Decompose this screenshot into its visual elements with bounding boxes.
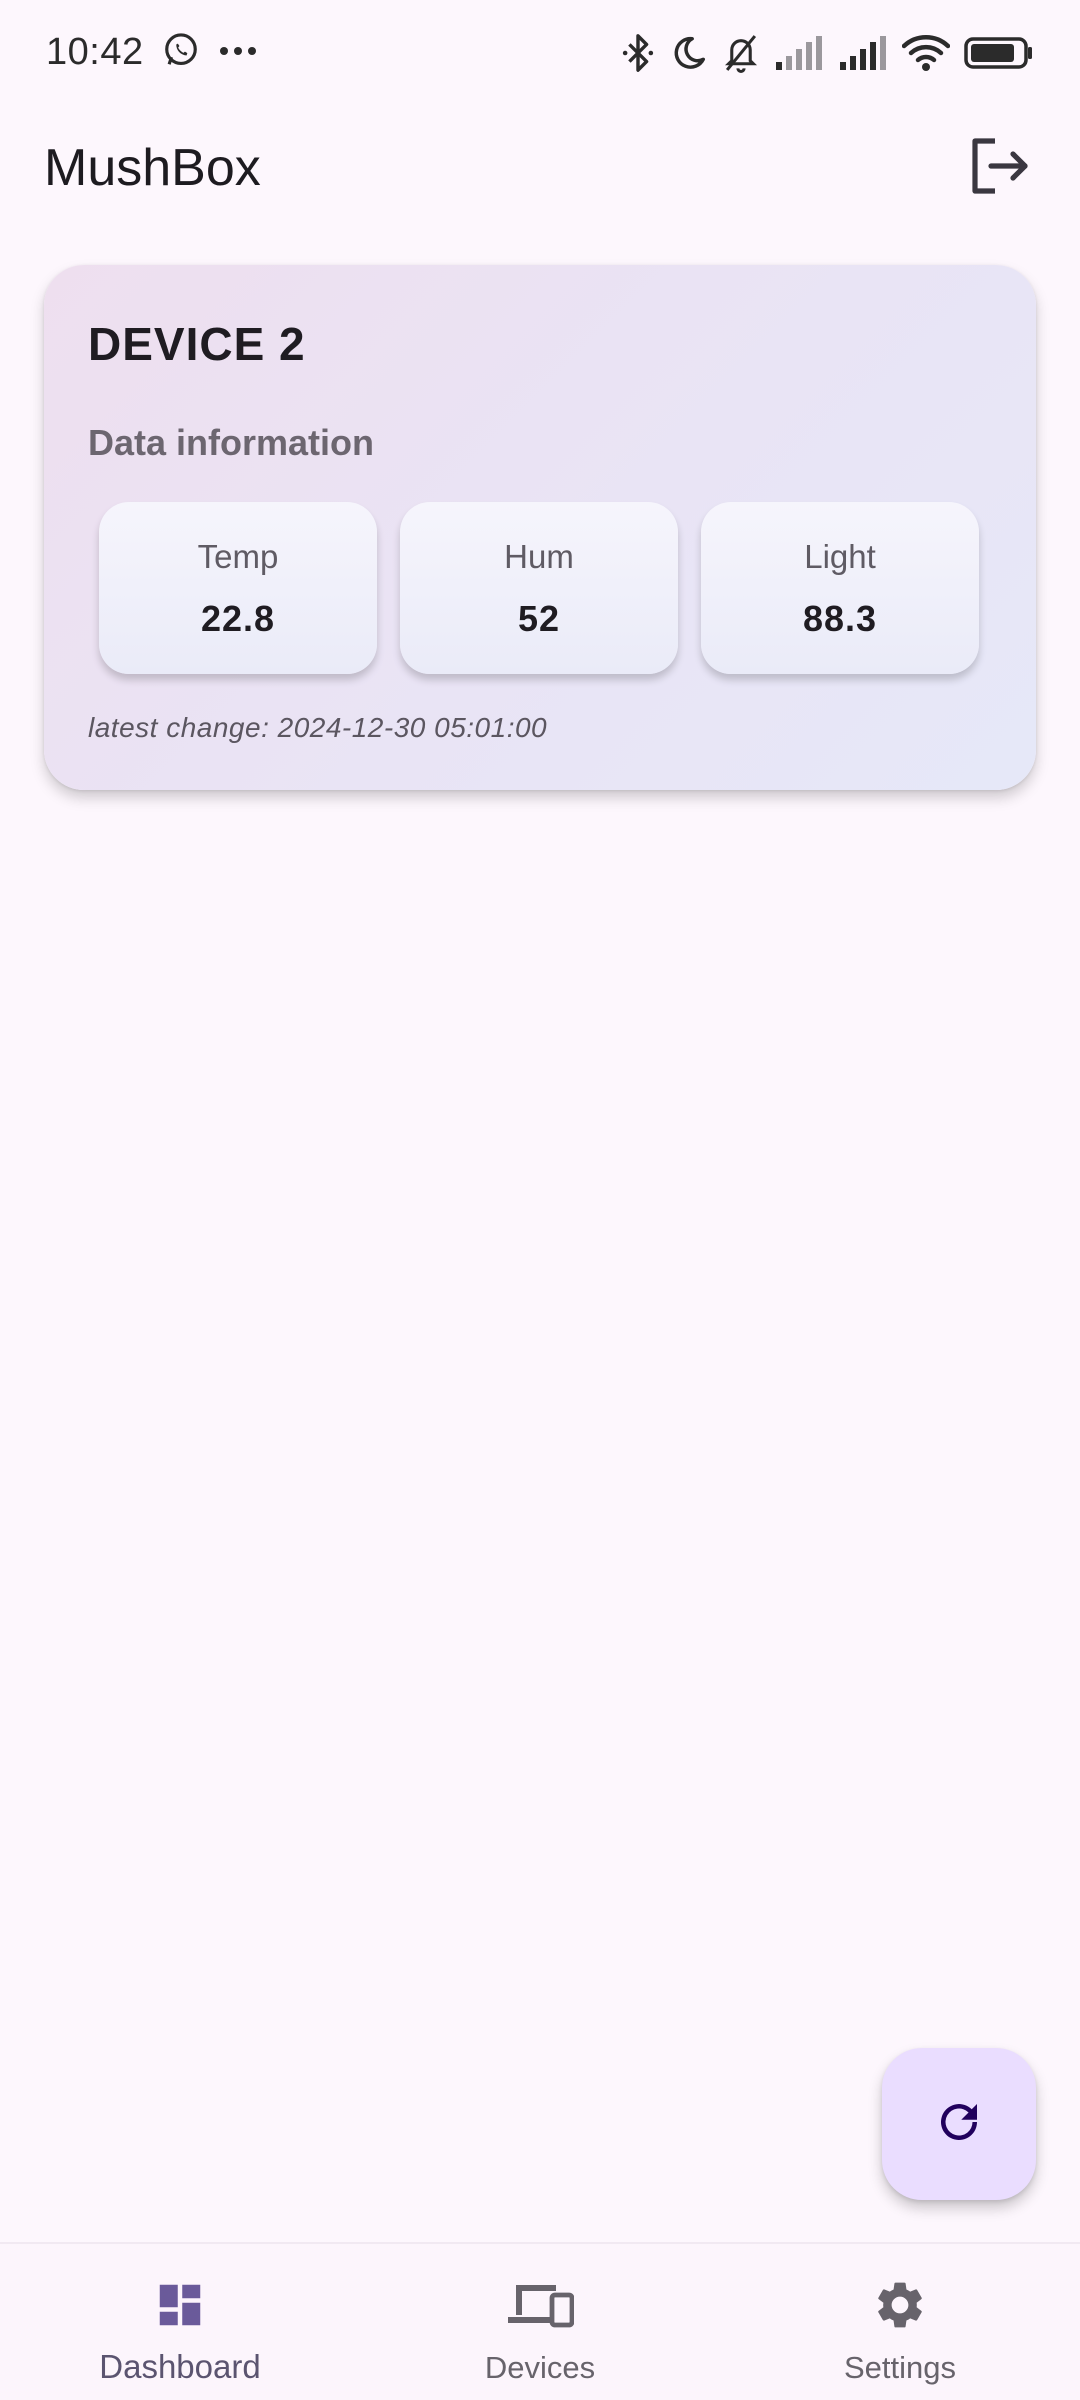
device-title: DEVICE 2 (88, 318, 306, 370)
nav-label-settings: Settings (843, 2350, 956, 2385)
nav-label-dashboard: Dashboard (99, 2348, 261, 2385)
bottom-navigation: Dashboard Devices Settings (0, 2242, 1080, 2400)
status-time: 10:42 (46, 31, 144, 73)
screen: 10:42 MushBox DEVICE 2 Data information … (0, 0, 1080, 2400)
dashboard-icon (153, 2274, 207, 2336)
bluetooth-icon (620, 33, 656, 73)
refresh-button[interactable] (882, 2048, 1036, 2200)
metric-label: Temp (197, 538, 279, 575)
metric-label: Hum (504, 538, 574, 575)
do-not-disturb-moon-icon (670, 34, 708, 72)
data-information-heading: Data information (88, 422, 375, 463)
status-left: 10:42 (46, 31, 258, 74)
gear-icon (872, 2274, 928, 2336)
metric-tile-temp: Temp 22.8 (99, 502, 377, 674)
nav-item-settings[interactable]: Settings (720, 2244, 1080, 2400)
wifi-icon (902, 34, 950, 72)
overflow-dots-icon (218, 44, 258, 62)
logout-button[interactable] (964, 132, 1036, 204)
metric-value: 88.3 (802, 598, 878, 639)
refresh-icon (932, 2095, 986, 2154)
logout-icon (969, 137, 1031, 200)
app-title: MushBox (44, 139, 261, 197)
nav-label-devices: Devices (484, 2350, 596, 2385)
bell-off-icon (722, 33, 760, 73)
status-bar: 10:42 (0, 0, 1080, 105)
status-right (620, 33, 1034, 73)
metrics-row: Temp 22.8 Hum 52 Light 88.3 (99, 502, 979, 674)
metric-label: Light (804, 538, 876, 575)
app-bar: MushBox (0, 120, 1080, 216)
metric-value: 22.8 (200, 598, 276, 639)
latest-change-timestamp: latest change: 2024-12-30 05:01:00 (88, 712, 548, 743)
battery-icon (964, 36, 1034, 70)
devices-icon (506, 2274, 574, 2336)
metric-tile-hum: Hum 52 (400, 502, 678, 674)
nav-item-devices[interactable]: Devices (360, 2244, 720, 2400)
metric-tile-light: Light 88.3 (701, 502, 979, 674)
whatsapp-icon (162, 31, 200, 74)
device-card[interactable]: DEVICE 2 Data information Temp 22.8 Hum … (44, 265, 1036, 790)
signal-icon (774, 35, 824, 70)
metric-value: 52 (517, 598, 561, 639)
signal-icon (838, 35, 888, 70)
nav-item-dashboard[interactable]: Dashboard (0, 2244, 360, 2400)
